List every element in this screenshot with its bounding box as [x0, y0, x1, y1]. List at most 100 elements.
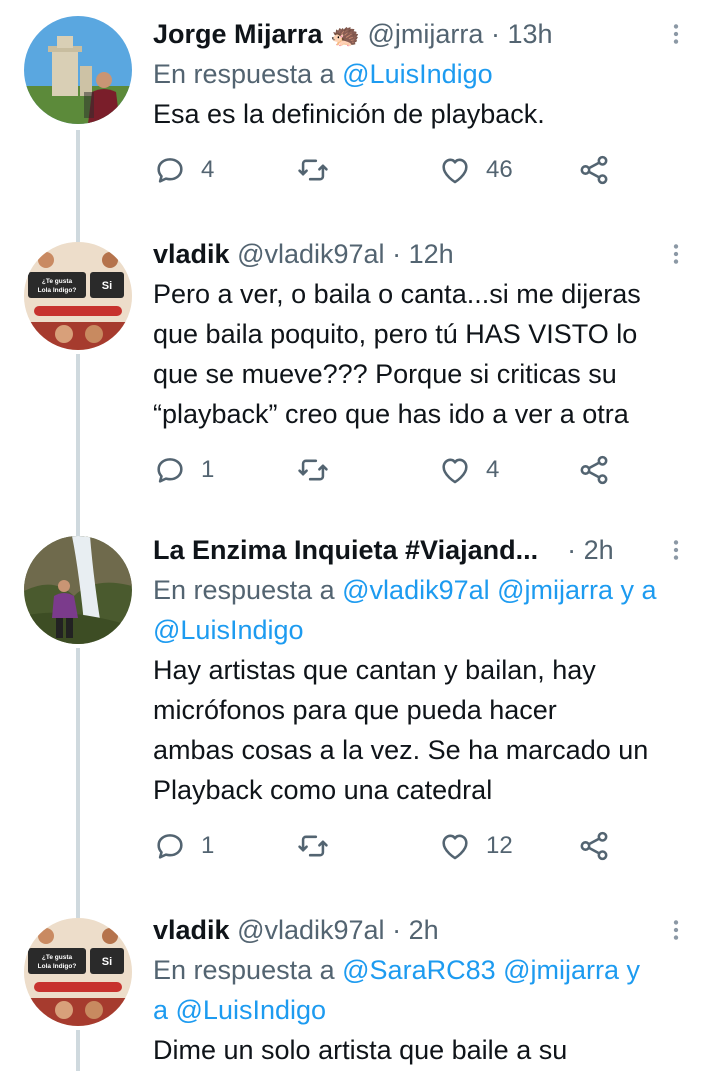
- avatar-answer: Si: [102, 280, 112, 292]
- more-icon[interactable]: [656, 530, 696, 570]
- avatar-image: [24, 16, 132, 124]
- separator: ·: [392, 239, 402, 269]
- thread-line: [76, 910, 80, 918]
- replying-to-label: En respuesta a: [153, 955, 335, 985]
- tweet-actions: 1 4: [153, 448, 700, 492]
- like-button[interactable]: 4: [438, 448, 499, 492]
- username[interactable]: @vladik97al: [237, 239, 385, 269]
- tweet-text-line: Pero a ver, o baila o canta...si me dije…: [153, 279, 641, 309]
- share-button[interactable]: [577, 824, 611, 868]
- mention-link[interactable]: @LuisIndigo: [153, 610, 700, 650]
- tweet[interactable]: La Enzima Inquieta #Viajand... · 2h En r…: [0, 530, 720, 910]
- tweet-header: vladik @vladik97al · 2h: [153, 910, 700, 950]
- avatar[interactable]: ¿Te gusta Lola Indigo? Si: [24, 242, 132, 350]
- tweet-text-line: ambas cosas a la vez. Se ha marcado un: [153, 735, 649, 765]
- retweet-icon: [298, 159, 328, 181]
- more-icon[interactable]: [656, 910, 696, 950]
- replying-to: En respuesta a @LuisIndigo: [153, 54, 700, 94]
- tweet-header: Jorge Mijarra 🦔 @jmijarra · 13h: [153, 14, 700, 54]
- tweet-text-line: Hay artistas que cantan y bailan, hay: [153, 655, 596, 685]
- username[interactable]: @jmijarra: [368, 19, 484, 49]
- share-icon: [580, 455, 608, 485]
- reply-icon: [157, 458, 183, 483]
- share-button[interactable]: [577, 448, 611, 492]
- more-icon[interactable]: [656, 234, 696, 274]
- mention-link[interactable]: @LuisIndigo: [342, 59, 493, 89]
- avatar-question: ¿Te gusta: [42, 954, 73, 961]
- replying-to: En respuesta a @vladik97al @jmijarra y a…: [153, 570, 700, 650]
- share-button[interactable]: [577, 148, 611, 192]
- tweet-text: Dime un solo artista que baile a su: [153, 1035, 568, 1065]
- tweet-text-line: micrófonos para que pueda hacer: [153, 695, 557, 725]
- avatar-question: ¿Te gusta: [42, 278, 73, 285]
- timestamp[interactable]: 2h: [584, 535, 614, 565]
- tweet-text-line: que se mueve??? Porque si criticas su: [153, 359, 617, 389]
- reply-count: 1: [201, 456, 215, 483]
- separator: ·: [392, 915, 402, 945]
- retweet-button[interactable]: [296, 148, 344, 192]
- more-icon[interactable]: [656, 14, 696, 54]
- tweet-header: vladik @vladik97al · 12h: [153, 234, 700, 274]
- display-name[interactable]: Jorge Mijarra: [153, 19, 323, 49]
- tweet-actions: 1 12: [153, 824, 700, 868]
- thread-line: [76, 1030, 80, 1071]
- replying-to: En respuesta a @SaraRC83 @jmijarra y a @…: [153, 950, 700, 1030]
- tweet[interactable]: ¿Te gusta Lola Indigo? Si vladik @vladik…: [0, 220, 720, 530]
- tweet-text: Pero a ver, o baila o canta...si me dije…: [153, 274, 700, 434]
- like-icon: [442, 834, 468, 860]
- svg-text:Lola Indigo?: Lola Indigo?: [38, 287, 77, 294]
- tweet-text: Esa es la definición de playback.: [153, 99, 545, 129]
- tweet[interactable]: ¿Te gusta Lola Indigo? Si vladik @vladik…: [0, 910, 720, 1071]
- thread-line: [76, 648, 80, 910]
- reply-button[interactable]: 4: [153, 148, 214, 192]
- avatar-image: ¿Te gusta Lola Indigo? Si: [24, 918, 132, 1026]
- avatar[interactable]: [24, 536, 132, 644]
- like-button[interactable]: 46: [438, 148, 513, 192]
- replying-to-label: En respuesta a: [153, 575, 335, 605]
- tweet[interactable]: Jorge Mijarra 🦔 @jmijarra · 13h En respu…: [0, 0, 720, 220]
- retweet-button[interactable]: [296, 824, 344, 868]
- svg-text:Lola Indigo?: Lola Indigo?: [38, 963, 77, 970]
- reply-button[interactable]: 1: [153, 824, 214, 868]
- retweet-icon: [298, 835, 328, 857]
- avatar[interactable]: ¿Te gusta Lola Indigo? Si: [24, 918, 132, 1026]
- like-count: 12: [486, 832, 513, 859]
- thread-line: [76, 354, 80, 530]
- retweet-button[interactable]: [296, 448, 344, 492]
- mention-link[interactable]: @SaraRC83 @jmijarra y: [342, 955, 640, 985]
- thread-line: [76, 220, 80, 244]
- avatar-image: [24, 536, 132, 644]
- replying-to-label: En respuesta a: [153, 59, 335, 89]
- avatar[interactable]: [24, 16, 132, 124]
- avatar-answer: Si: [102, 956, 112, 968]
- reply-icon: [157, 834, 183, 859]
- like-count: 46: [486, 156, 513, 183]
- mention-link[interactable]: a @LuisIndigo: [153, 990, 700, 1030]
- mention-link[interactable]: @vladik97al @jmijarra y a: [342, 575, 656, 605]
- timestamp[interactable]: 12h: [409, 239, 454, 269]
- separator: ·: [490, 19, 500, 49]
- like-icon: [442, 158, 468, 184]
- reply-count: 4: [201, 156, 215, 183]
- timestamp[interactable]: 2h: [409, 915, 439, 945]
- timestamp[interactable]: 13h: [507, 19, 552, 49]
- username[interactable]: @vladik97al: [237, 915, 385, 945]
- like-button[interactable]: 12: [438, 824, 513, 868]
- separator: ·: [567, 535, 577, 565]
- reply-button[interactable]: 1: [153, 448, 214, 492]
- thread-line: [76, 130, 80, 220]
- reply-icon: [157, 158, 183, 183]
- like-icon: [442, 458, 468, 484]
- tweet-text-line: “playback” creo que has ido a ver a otra: [153, 399, 629, 429]
- name-emoji: 🦔: [330, 22, 360, 49]
- avatar-image: ¿Te gusta Lola Indigo? Si: [24, 242, 132, 350]
- tweet-text-line: Playback como una catedral: [153, 775, 493, 805]
- share-icon: [580, 831, 608, 861]
- display-name[interactable]: vladik: [153, 239, 230, 269]
- tweet-feed: Jorge Mijarra 🦔 @jmijarra · 13h En respu…: [0, 0, 720, 1071]
- like-count: 4: [486, 456, 500, 483]
- display-name[interactable]: La Enzima Inquieta #Viajand...: [153, 535, 538, 565]
- display-name[interactable]: vladik: [153, 915, 230, 945]
- tweet-text: Hay artistas que cantan y bailan, hay mi…: [153, 650, 700, 810]
- share-icon: [580, 155, 608, 185]
